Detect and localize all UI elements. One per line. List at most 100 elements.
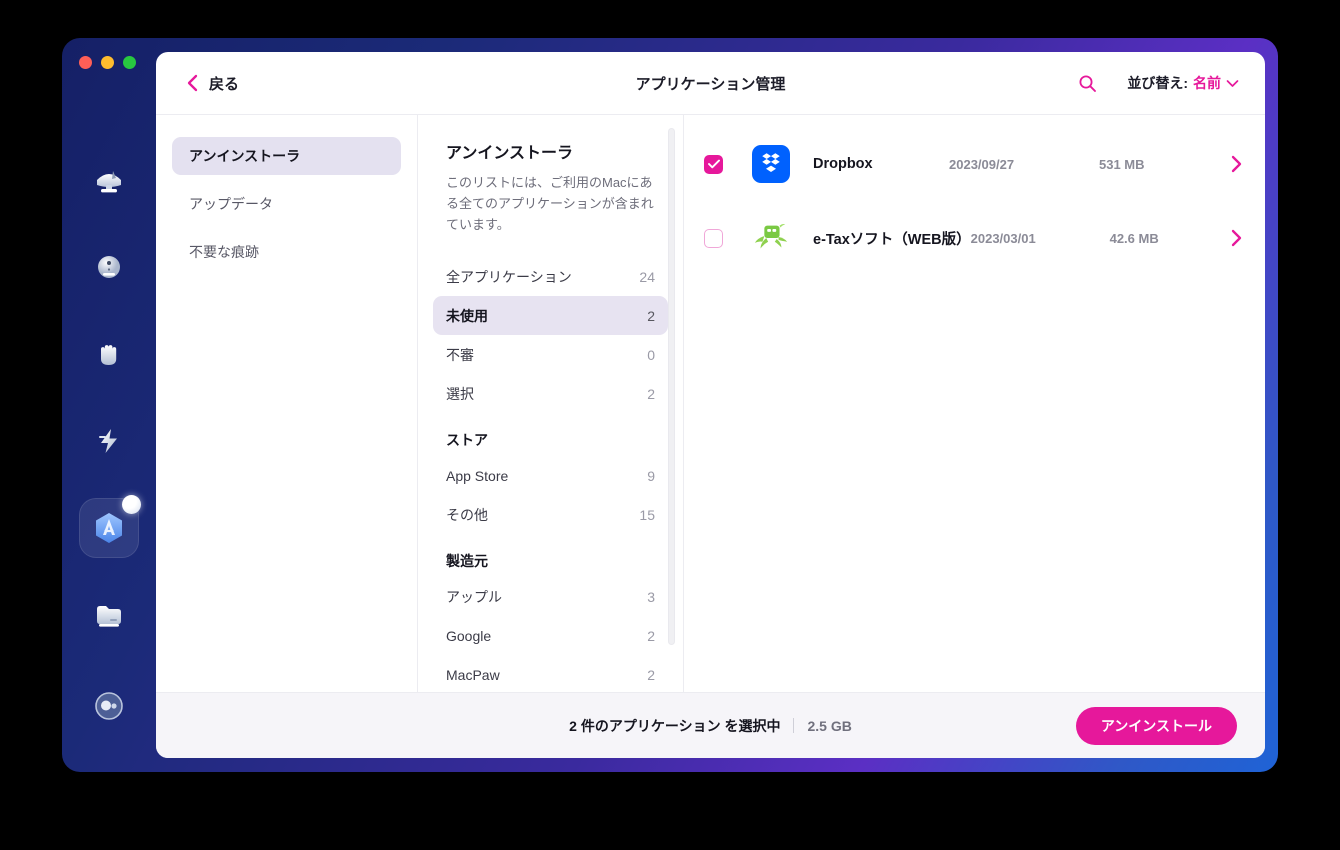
chevron-down-icon	[1226, 79, 1239, 87]
search-icon	[1079, 75, 1097, 92]
dropbox-app-icon	[752, 145, 790, 183]
sort-value: 名前	[1193, 75, 1221, 91]
table-row[interactable]: e-Taxソフト（WEB版） 2023/03/01 42.6 MB	[684, 201, 1265, 275]
app-name: e-Taxソフト（WEB版）	[813, 231, 971, 248]
app-name: Dropbox	[813, 156, 873, 172]
category-count: 15	[639, 506, 655, 523]
category-count: 24	[639, 268, 655, 285]
etax-app-icon	[752, 219, 790, 257]
category-row-other-store[interactable]: その他 15	[433, 495, 668, 534]
category-label: 選択	[446, 385, 474, 402]
table-row[interactable]: Dropbox 2023/09/27 531 MB	[684, 127, 1265, 201]
content-card: 戻る アプリケーション管理 並び替え: 名前 アンインストーラ アップデータ 不…	[156, 52, 1265, 758]
back-button[interactable]: 戻る	[186, 73, 239, 94]
scrollbar-thumb[interactable]	[668, 128, 675, 645]
category-scroll-content: アンインストーラ このリストには、ご利用のMacにある全てのアプリケーションが含…	[418, 139, 683, 692]
selection-size-label: 2.5 GB	[807, 717, 852, 734]
chevron-right-icon	[1231, 155, 1242, 173]
category-count: 2	[647, 627, 655, 644]
category-row-macpaw[interactable]: MacPaw 2	[433, 655, 668, 692]
app-size: 42.6 MB	[1109, 230, 1159, 246]
traffic-light-group	[79, 56, 136, 69]
category-heading-store: ストア	[446, 432, 488, 449]
rail-item-protection[interactable]	[79, 237, 139, 297]
lightning-speed-icon	[99, 429, 117, 453]
category-row-google[interactable]: Google 2	[433, 616, 668, 655]
rail-item-privacy[interactable]	[79, 324, 139, 384]
zoom-button[interactable]	[123, 56, 136, 69]
back-label: 戻る	[209, 75, 240, 93]
divider	[793, 718, 795, 733]
action-footer: 2 件のアプリケーション を選択中 2.5 GB アンインストール	[156, 692, 1265, 758]
sidebar-item-leftovers[interactable]: 不要な痕跡	[172, 233, 401, 271]
category-label: App Store	[446, 467, 509, 484]
primary-nav-rail	[62, 38, 156, 772]
category-count: 9	[647, 467, 655, 484]
sort-dropdown[interactable]: 並び替え: 名前	[1127, 73, 1239, 93]
category-row-unused[interactable]: 未使用 2	[433, 296, 668, 336]
category-label: 未使用	[446, 307, 488, 324]
scanner-brush-icon	[97, 171, 121, 193]
close-button[interactable]	[79, 56, 92, 69]
window-header: 戻る アプリケーション管理 並び替え: 名前	[156, 52, 1265, 115]
application-list: Dropbox 2023/09/27 531 MB e-Taxソフト（WEB版）…	[684, 115, 1265, 692]
check-icon	[707, 159, 720, 169]
rail-item-speed[interactable]	[79, 411, 139, 471]
app-window: 戻る アプリケーション管理 並び替え: 名前 アンインストーラ アップデータ 不…	[62, 38, 1278, 772]
notification-badge	[122, 495, 141, 514]
app-date: 2023/03/01	[970, 230, 1036, 246]
category-count: 0	[647, 346, 655, 363]
category-row-suspicious[interactable]: 不審 0	[433, 335, 668, 374]
selection-count-label: 2 件のアプリケーション を選択中	[569, 717, 781, 734]
chevron-left-icon	[187, 74, 198, 92]
protection-droplet-icon	[98, 256, 120, 278]
sort-label: 並び替え:	[1127, 75, 1188, 91]
chevron-right-icon	[1231, 229, 1242, 247]
category-count: 2	[647, 385, 655, 402]
category-row-all-apps[interactable]: 全アプリケーション 24	[433, 257, 668, 296]
sidebar-item-uninstaller[interactable]: アンインストーラ	[172, 137, 401, 175]
desktop-backdrop: 戻る アプリケーション管理 並び替え: 名前 アンインストーラ アップデータ 不…	[0, 0, 1340, 850]
rail-item-assistant[interactable]	[79, 676, 139, 736]
scrollbar-track	[668, 128, 675, 682]
minimize-button[interactable]	[101, 56, 114, 69]
uninstall-button[interactable]: アンインストール	[1075, 706, 1237, 745]
module-sidebar: アンインストーラ アップデータ 不要な痕跡	[156, 115, 418, 692]
category-label: 不審	[446, 346, 474, 363]
category-label: その他	[446, 506, 488, 523]
app-size: 531 MB	[1099, 156, 1145, 172]
files-folder-icon	[97, 606, 121, 627]
assistant-orb-icon	[95, 692, 123, 720]
rail-item-smart-scan[interactable]	[79, 150, 139, 210]
rail-item-files[interactable]	[79, 585, 139, 645]
row-details-button[interactable]	[1217, 155, 1243, 173]
search-button[interactable]	[1078, 74, 1097, 93]
category-panel: アンインストーラ このリストには、ご利用のMacにある全てのアプリケーションが含…	[418, 115, 684, 692]
category-count: 2	[647, 666, 655, 683]
category-panel-title: アンインストーラ	[446, 145, 574, 162]
sidebar-item-label: 不要な痕跡	[189, 244, 259, 260]
app-date: 2023/09/27	[949, 156, 1015, 172]
rail-bottom-group	[62, 676, 156, 736]
category-row-app-store[interactable]: App Store 9	[433, 456, 668, 495]
category-heading-vendor: 製造元	[446, 553, 488, 570]
row-checkbox[interactable]	[704, 228, 723, 248]
row-checkbox[interactable]	[704, 154, 723, 174]
window-body: アンインストーラ アップデータ 不要な痕跡 アンインストーラ このリストには、ご…	[156, 115, 1265, 692]
category-label: Google	[446, 627, 492, 644]
category-row-apple[interactable]: アップル 3	[433, 577, 668, 616]
header-actions: 並び替え: 名前	[1078, 73, 1239, 93]
sidebar-item-updater[interactable]: アップデータ	[172, 185, 401, 223]
category-row-selected[interactable]: 選択 2	[433, 374, 668, 413]
category-label: アップル	[446, 588, 502, 605]
hand-privacy-icon	[101, 345, 117, 365]
rail-item-applications[interactable]	[79, 495, 141, 558]
category-label: MacPaw	[446, 666, 500, 683]
category-count: 3	[647, 588, 655, 605]
sidebar-item-label: アップデータ	[189, 196, 273, 212]
category-label: 全アプリケーション	[446, 268, 572, 285]
category-panel-description: このリストには、ご利用のMacにある全てのアプリケーションが含まれています。	[446, 175, 654, 233]
applications-hex-icon	[96, 513, 122, 543]
row-details-button[interactable]	[1219, 229, 1243, 247]
sidebar-item-label: アンインストーラ	[189, 148, 301, 164]
